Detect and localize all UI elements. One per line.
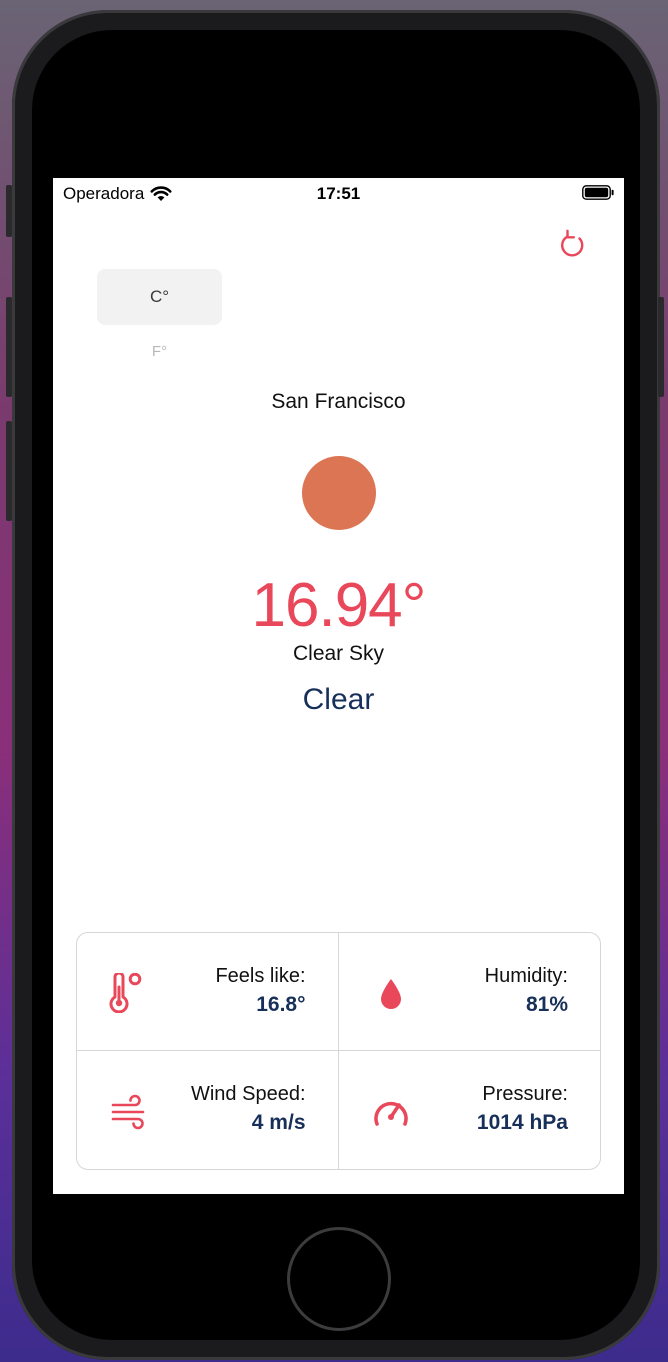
humidity-value: 81% xyxy=(525,993,568,1016)
sun-icon xyxy=(302,456,376,530)
refresh-icon[interactable] xyxy=(558,228,590,262)
home-button[interactable] xyxy=(287,1227,391,1331)
fahrenheit-button[interactable]: F° xyxy=(97,336,222,366)
details-grid: Feels like: 16.8° Humidity: 81% Wind Spe… xyxy=(76,932,601,1170)
gauge-icon xyxy=(373,1101,408,1126)
wind-speed-value: 4 m/s xyxy=(251,1111,306,1134)
humidity-label: Humidity: xyxy=(484,965,568,987)
celsius-button[interactable]: C° xyxy=(97,269,222,325)
feels-like-label: Feels like: xyxy=(215,965,306,987)
thermometer-icon xyxy=(109,973,142,1013)
feels-like-card: Feels like: 16.8° xyxy=(77,933,339,1051)
droplet-icon xyxy=(380,979,401,1009)
city-name: San Francisco xyxy=(271,390,406,413)
status-bar: Operadora 17:51 xyxy=(53,178,624,210)
feels-like-value: 16.8° xyxy=(256,993,306,1016)
volume-down-button xyxy=(6,421,12,521)
status-time: 17:51 xyxy=(316,184,361,203)
pressure-value: 1014 hPa xyxy=(476,1111,568,1134)
pressure-label: Pressure: xyxy=(482,1083,568,1105)
pressure-card: Pressure: 1014 hPa xyxy=(339,1051,601,1169)
wind-speed-card: Wind Speed: 4 m/s xyxy=(77,1051,339,1169)
power-button xyxy=(658,297,664,397)
volume-up-button xyxy=(6,297,12,397)
humidity-card: Humidity: 81% xyxy=(338,933,600,1051)
wind-icon xyxy=(111,1094,145,1130)
app-screen: Operadora 17:51 C° F° San Francisco 16.9… xyxy=(53,178,624,1194)
mute-switch xyxy=(6,185,12,237)
temperature: 16.94° xyxy=(251,571,427,640)
wind-speed-label: Wind Speed: xyxy=(190,1083,306,1105)
battery-icon xyxy=(582,185,614,200)
weather-main: Clear xyxy=(302,683,375,716)
weather-description: Clear Sky xyxy=(292,642,385,665)
